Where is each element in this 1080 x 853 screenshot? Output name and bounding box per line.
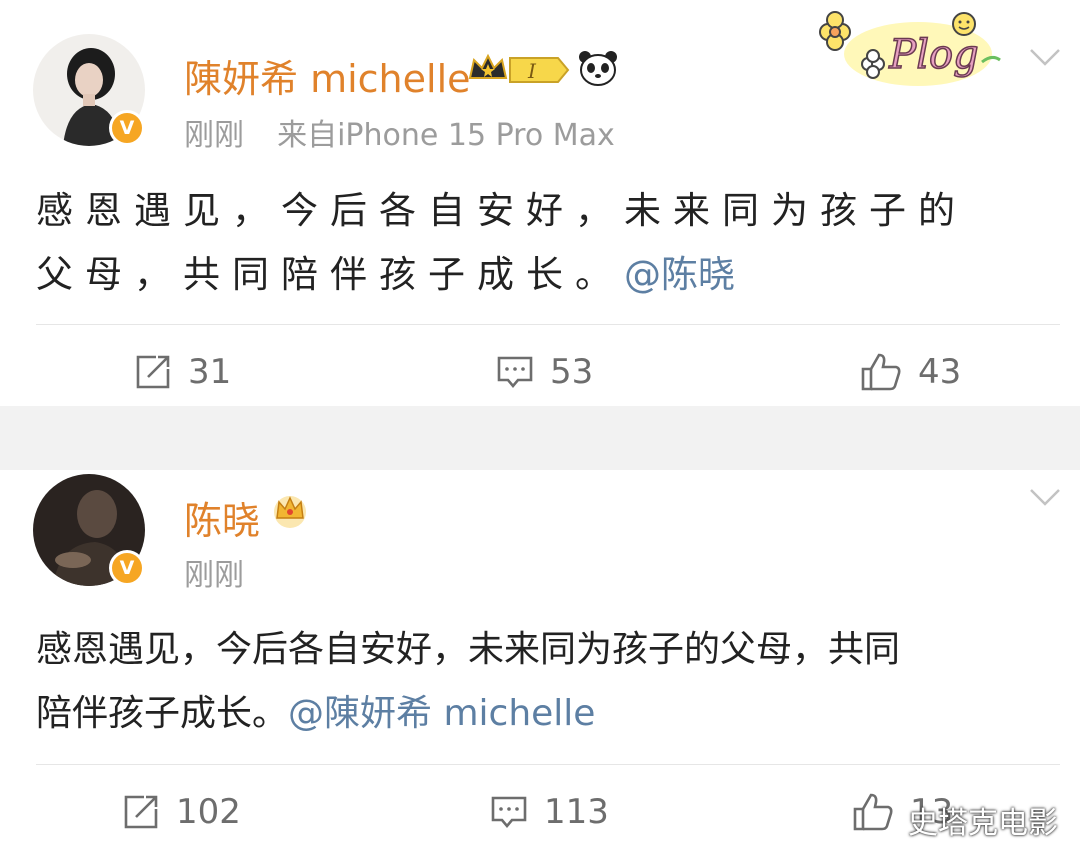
username[interactable]: 陳妍希 michelle — [184, 48, 471, 103]
verified-icon: V — [109, 550, 145, 586]
repost-count: 31 — [188, 352, 232, 392]
divider — [36, 324, 1060, 325]
repost-icon — [124, 795, 158, 829]
member-badge[interactable]: I — [466, 50, 574, 90]
chevron-down-icon[interactable] — [1028, 486, 1062, 512]
comment-count: 53 — [550, 352, 594, 392]
post-text-line: 感恩遇见，今后各自安好，未来同为孩子的父母，共同 — [36, 629, 901, 670]
watermark: 史塔克电影 — [908, 806, 1058, 841]
post-text-line: 陪伴孩子成长。@陳妍希 michelle — [36, 684, 595, 736]
mention-link[interactable]: @陳妍希 michelle — [288, 693, 595, 734]
post-text-line-content: 父母，共同陪伴孩子成长。 — [36, 253, 624, 296]
comment-icon — [491, 796, 527, 829]
like-count: 43 — [918, 352, 962, 392]
comment-button[interactable]: 113 — [490, 790, 609, 834]
post-text-line: 父母，共同陪伴孩子成长。@陈晓 — [36, 244, 735, 298]
post-time: 刚刚 — [184, 558, 244, 593]
chevron-down-icon[interactable] — [1028, 46, 1062, 72]
repost-icon — [136, 355, 170, 389]
like-icon — [853, 793, 893, 831]
repost-count: 102 — [176, 792, 241, 832]
comment-button[interactable]: 53 — [496, 350, 593, 394]
post-time: 刚刚 — [184, 118, 244, 153]
comment-count: 113 — [544, 792, 609, 832]
post-source: 来自iPhone 15 Pro Max — [277, 118, 615, 153]
like-button[interactable]: 43 — [860, 350, 961, 394]
repost-button[interactable]: 102 — [122, 790, 241, 834]
post-card-chenxiao: V 陈晓 刚刚 感恩遇见，今后各自安好，未来同为孩子的父母，共同 陪伴孩子成长。… — [0, 470, 1080, 853]
level-badge: I — [527, 59, 537, 83]
post-text-line: 感恩遇见，今后各自安好，未来同为孩子的 — [36, 189, 967, 232]
panda-icon — [577, 47, 619, 89]
like-icon — [861, 353, 901, 391]
repost-button[interactable]: 31 — [134, 350, 231, 394]
plog-decoration: Plog — [806, 8, 1006, 96]
post-meta: 刚刚 来自iPhone 15 Pro Max — [184, 110, 615, 154]
comment-icon — [497, 356, 533, 389]
plog-text: Plog — [888, 32, 978, 78]
crown-icon — [270, 490, 310, 530]
mention-link[interactable]: @陈晓 — [624, 253, 735, 296]
post-text-line-content: 陪伴孩子成长。 — [36, 693, 289, 734]
divider — [36, 764, 1060, 765]
username[interactable]: 陈晓 — [184, 490, 260, 545]
post-card-michelle: V 陳妍希 michelle I 刚刚 来自iPhone 15 Pro Max — [0, 0, 1080, 406]
verified-icon: V — [109, 110, 145, 146]
